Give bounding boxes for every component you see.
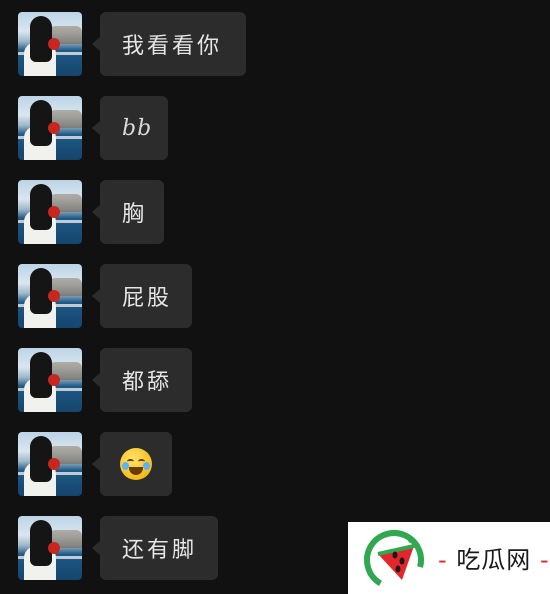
message-bubble[interactable]: 我看看你 xyxy=(92,12,246,76)
avatar[interactable] xyxy=(18,264,82,328)
message-text: 我看看你 xyxy=(122,34,223,59)
avatar[interactable] xyxy=(18,432,82,496)
message-row: 胸 xyxy=(18,180,538,246)
watermelon-logo-icon xyxy=(363,530,424,590)
message-text: 都舔 xyxy=(122,370,173,395)
message-row xyxy=(18,432,538,498)
message-bubble[interactable]: 胸 xyxy=(92,180,164,244)
message-text: 还有脚 xyxy=(122,538,198,563)
watermark-name: 吃瓜网 xyxy=(456,546,532,574)
avatar[interactable] xyxy=(18,12,82,76)
message-text: 胸 xyxy=(122,202,148,227)
avatar[interactable] xyxy=(18,348,82,412)
message-bubble[interactable]: bb xyxy=(92,96,168,160)
watermark-text: - 吃瓜网 - xyxy=(438,546,550,574)
message-text: bb xyxy=(122,115,153,141)
crying-laughing-emoji-icon xyxy=(120,448,152,480)
message-row: 屁股 xyxy=(18,264,538,330)
avatar[interactable] xyxy=(18,96,82,160)
message-row: bb xyxy=(18,96,538,162)
site-watermark: - 吃瓜网 - xyxy=(348,522,550,594)
avatar[interactable] xyxy=(18,180,82,244)
avatar[interactable] xyxy=(18,516,82,580)
chat-message-list: 我看看你 bb 胸 屁股 都舔 还有脚 xyxy=(0,0,550,594)
message-text: 屁股 xyxy=(122,286,173,311)
message-bubble[interactable]: 都舔 xyxy=(92,348,192,412)
message-bubble[interactable] xyxy=(92,432,172,496)
message-row: 都舔 xyxy=(18,348,538,414)
message-row: 我看看你 xyxy=(18,12,538,78)
message-bubble[interactable]: 屁股 xyxy=(92,264,192,328)
message-bubble[interactable]: 还有脚 xyxy=(92,516,218,580)
